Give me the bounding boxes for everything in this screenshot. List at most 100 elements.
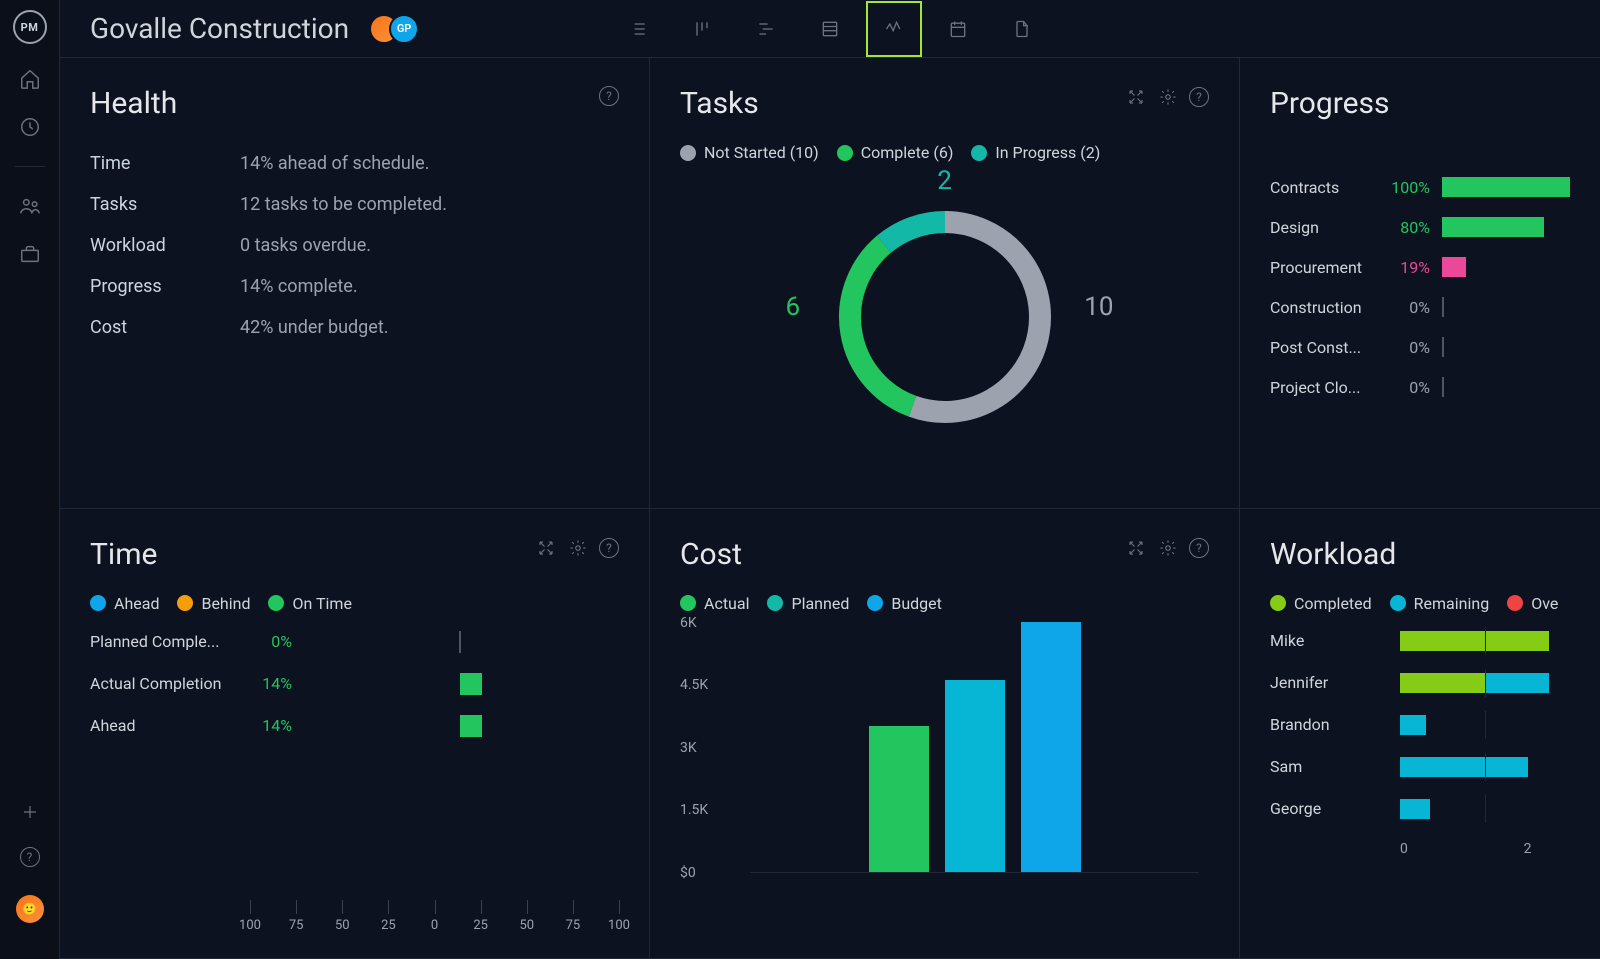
tasks-donut-chart: 2 6 10 (810, 172, 1080, 442)
tab-gantt[interactable] (738, 1, 794, 57)
tab-file[interactable] (994, 1, 1050, 57)
progress-name: Contracts (1270, 178, 1370, 197)
legend-item[interactable]: Ove (1507, 594, 1558, 613)
legend-label: On Time (292, 594, 351, 613)
help-icon[interactable]: ? (599, 538, 619, 558)
legend-item[interactable]: Remaining (1390, 594, 1490, 613)
people-icon[interactable] (17, 193, 43, 219)
legend-swatch (680, 145, 696, 161)
expand-icon[interactable] (1125, 537, 1147, 559)
workload-gridline (1485, 753, 1486, 781)
health-row: Tasks 12 tasks to be completed. (90, 194, 619, 215)
time-axis: 100 75 50 25 0 25 50 75 100 (90, 900, 619, 940)
legend-swatch (90, 595, 106, 611)
legend-item[interactable]: Complete (6) (837, 143, 954, 162)
panel-cost: Cost ? Actual Planned Budget 6K4.5K3K1.5… (650, 509, 1240, 959)
workload-track (1400, 673, 1570, 693)
workload-name: Jennifer (1270, 673, 1390, 692)
axis-tick (388, 900, 389, 914)
workload-name: Sam (1270, 757, 1390, 776)
cost-bar-chart: 6K4.5K3K1.5K$0 (680, 623, 1209, 903)
workload-gridline (1485, 627, 1486, 655)
legend-item[interactable]: Behind (177, 594, 250, 613)
progress-bar-track (1442, 177, 1570, 197)
time-track (300, 715, 619, 737)
tab-dashboard[interactable] (866, 1, 922, 57)
time-row-pct: 0% (248, 632, 292, 651)
legend-swatch (177, 595, 193, 611)
axis-label: 75 (289, 918, 304, 933)
health-label: Workload (90, 235, 220, 256)
progress-name: Procurement (1270, 258, 1370, 277)
legend-swatch (1507, 595, 1523, 611)
axis-tick (250, 900, 251, 914)
axis-tick (342, 900, 343, 914)
progress-pct: 19% (1382, 258, 1430, 277)
workload-axis-label: 2 (1485, 841, 1570, 857)
tab-sheet[interactable] (802, 1, 858, 57)
legend-item[interactable]: Planned (767, 594, 849, 613)
rail-divider (15, 166, 45, 167)
progress-bar-fill (1442, 257, 1466, 277)
time-row-pct: 14% (248, 674, 292, 693)
axis-label: 50 (335, 918, 350, 933)
gear-icon[interactable] (1157, 537, 1179, 559)
cost-bar (945, 680, 1005, 872)
panel-title: Health (90, 86, 177, 121)
help-icon[interactable]: ? (1189, 538, 1209, 558)
progress-row: Project Clo... 0% (1270, 377, 1570, 397)
legend-label: Ahead (114, 594, 159, 613)
progress-zero-tick (1442, 377, 1444, 397)
health-row: Time 14% ahead of schedule. (90, 153, 619, 174)
tab-list[interactable] (610, 1, 666, 57)
workload-track (1400, 799, 1570, 819)
time-row: Ahead 14% (90, 715, 619, 737)
gear-icon[interactable] (567, 537, 589, 559)
legend-item[interactable]: In Progress (2) (971, 143, 1100, 162)
axis-tick (481, 900, 482, 914)
legend-item[interactable]: Ahead (90, 594, 159, 613)
legend-label: Complete (6) (861, 143, 954, 162)
workload-track (1400, 715, 1570, 735)
legend-item[interactable]: Completed (1270, 594, 1372, 613)
legend-item[interactable]: Budget (867, 594, 942, 613)
clock-icon[interactable] (17, 114, 43, 140)
progress-row: Contracts 100% (1270, 177, 1570, 197)
time-row-name: Planned Comple... (90, 632, 240, 651)
user-avatar[interactable]: 🙂 (16, 895, 44, 923)
panel-title: Progress (1270, 86, 1390, 121)
health-row: Workload 0 tasks overdue. (90, 235, 619, 256)
home-icon[interactable] (17, 66, 43, 92)
app-logo[interactable]: PM (13, 10, 47, 44)
expand-icon[interactable] (1125, 86, 1147, 108)
progress-pct: 80% (1382, 218, 1430, 237)
tab-calendar[interactable] (930, 1, 986, 57)
progress-name: Project Clo... (1270, 378, 1370, 397)
progress-bar-track (1442, 337, 1570, 357)
progress-bar-track (1442, 377, 1570, 397)
legend-label: Planned (791, 594, 849, 613)
legend-swatch (268, 595, 284, 611)
help-icon[interactable]: ? (1189, 87, 1209, 107)
legend-item[interactable]: Actual (680, 594, 749, 613)
axis-label: 75 (566, 918, 581, 933)
help-icon[interactable]: ? (599, 86, 619, 106)
workload-track (1400, 757, 1570, 777)
progress-zero-tick (1442, 337, 1444, 357)
workload-row: Sam (1270, 757, 1570, 777)
expand-icon[interactable] (535, 537, 557, 559)
axis-tick (573, 900, 574, 914)
legend-item[interactable]: Not Started (10) (680, 143, 819, 162)
donut-label-not-started: 10 (1084, 292, 1113, 322)
tab-board[interactable] (674, 1, 730, 57)
progress-pct: 0% (1382, 378, 1430, 397)
legend-swatch (1390, 595, 1406, 611)
workload-segment (1400, 715, 1426, 735)
progress-bar-fill (1442, 217, 1544, 237)
help-icon[interactable]: ? (20, 847, 40, 867)
avatar-stack[interactable]: GP (369, 14, 419, 44)
briefcase-icon[interactable] (17, 241, 43, 267)
plus-icon[interactable] (17, 799, 43, 825)
legend-item[interactable]: On Time (268, 594, 351, 613)
gear-icon[interactable] (1157, 86, 1179, 108)
